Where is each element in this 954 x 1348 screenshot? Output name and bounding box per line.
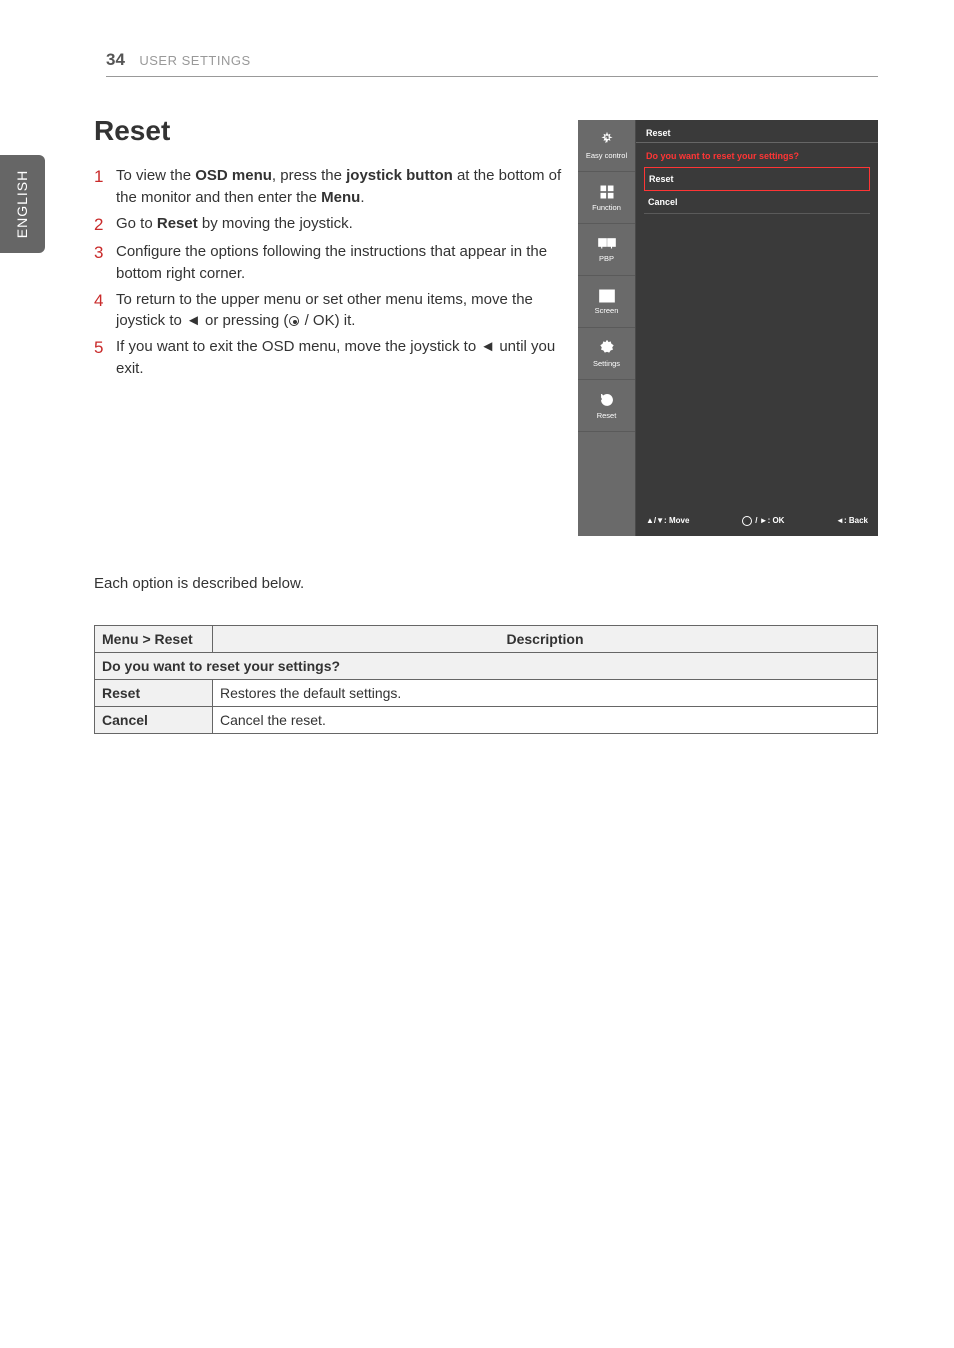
osd-hint-move: ▲/▼: Move xyxy=(646,516,689,526)
description-table: Menu > Reset Description Do you want to … xyxy=(94,625,878,734)
table-cell-desc: Restores the default settings. xyxy=(213,680,878,707)
table-header-row: Menu > Reset Description xyxy=(95,626,878,653)
language-tab: ENGLISH xyxy=(0,155,45,253)
table-row: Do you want to reset your settings? xyxy=(95,653,878,680)
joystick-press-icon xyxy=(742,516,752,526)
osd-main-panel: Reset Do you want to reset your settings… xyxy=(636,120,878,536)
osd-title: Reset xyxy=(636,120,878,143)
step-text: To view the OSD menu, press the joystick… xyxy=(116,165,564,209)
step-5: 5 If you want to exit the OSD menu, move… xyxy=(94,336,564,380)
grid-icon xyxy=(599,184,615,200)
gear-icon xyxy=(599,340,615,356)
step-text: To return to the upper menu or set other… xyxy=(116,289,564,333)
osd-tab-label: Settings xyxy=(593,359,620,368)
table-cell-option: Cancel xyxy=(95,707,213,734)
step-number: 1 xyxy=(94,165,116,209)
page-number: 34 xyxy=(106,50,125,69)
osd-tab-screen[interactable]: Screen xyxy=(578,276,635,328)
osd-tab-function[interactable]: Function xyxy=(578,172,635,224)
osd-footer: ▲/▼: Move / ►: OK ◄: Back xyxy=(636,506,878,536)
reset-icon xyxy=(599,392,615,408)
osd-question: Do you want to reset your settings? xyxy=(636,143,878,167)
below-text: Each option is described below. xyxy=(94,575,304,592)
step-text: If you want to exit the OSD menu, move t… xyxy=(116,336,564,380)
section-title: USER SETTINGS xyxy=(139,53,250,68)
table-row: Cancel Cancel the reset. xyxy=(95,707,878,734)
osd-tab-label: Screen xyxy=(595,306,619,315)
table-cell-option: Reset xyxy=(95,680,213,707)
osd-option-cancel[interactable]: Cancel xyxy=(644,191,870,214)
osd-tab-label: PBP xyxy=(599,254,614,263)
osd-tab-easycontrol[interactable]: Easy control xyxy=(578,120,635,172)
step-1: 1 To view the OSD menu, press the joysti… xyxy=(94,165,564,209)
osd-hint-ok: / ►: OK xyxy=(741,516,784,526)
step-2: 2 Go to Reset by moving the joystick. xyxy=(94,213,564,238)
step-number: 5 xyxy=(94,336,116,380)
step-4: 4 To return to the upper menu or set oth… xyxy=(94,289,564,333)
osd-option-reset[interactable]: Reset xyxy=(644,167,870,191)
sun-bolt-icon xyxy=(599,132,615,148)
joystick-press-icon xyxy=(289,316,299,326)
step-text: Configure the options following the inst… xyxy=(116,241,564,285)
table-subheader: Do you want to reset your settings? xyxy=(95,653,878,680)
osd-tab-label: Reset xyxy=(597,411,617,420)
page-header: 34 USER SETTINGS xyxy=(106,50,878,77)
osd-tab-settings[interactable]: Settings xyxy=(578,328,635,380)
step-number: 2 xyxy=(94,213,116,238)
osd-tab-pbp[interactable]: PBP xyxy=(578,224,635,276)
osd-sidebar: Easy control Function PBP Screen Setting… xyxy=(578,120,636,536)
table-row: Reset Restores the default settings. xyxy=(95,680,878,707)
osd-tab-reset[interactable]: Reset xyxy=(578,380,635,432)
osd-hint-back: ◄: Back xyxy=(836,516,868,526)
instruction-steps: 1 To view the OSD menu, press the joysti… xyxy=(94,165,564,380)
table-header-menu: Menu > Reset xyxy=(95,626,213,653)
table-header-description: Description xyxy=(213,626,878,653)
osd-screenshot: Easy control Function PBP Screen Setting… xyxy=(578,120,878,536)
language-label: ENGLISH xyxy=(15,170,31,238)
step-number: 4 xyxy=(94,289,116,333)
osd-sidebar-filler xyxy=(578,432,635,536)
step-number: 3 xyxy=(94,241,116,285)
pbp-icon xyxy=(598,237,616,251)
osd-tab-label: Easy control xyxy=(586,151,627,160)
step-3: 3 Configure the options following the in… xyxy=(94,241,564,285)
table-cell-desc: Cancel the reset. xyxy=(213,707,878,734)
osd-tab-label: Function xyxy=(592,203,621,212)
image-icon xyxy=(599,289,615,303)
step-text: Go to Reset by moving the joystick. xyxy=(116,213,353,238)
